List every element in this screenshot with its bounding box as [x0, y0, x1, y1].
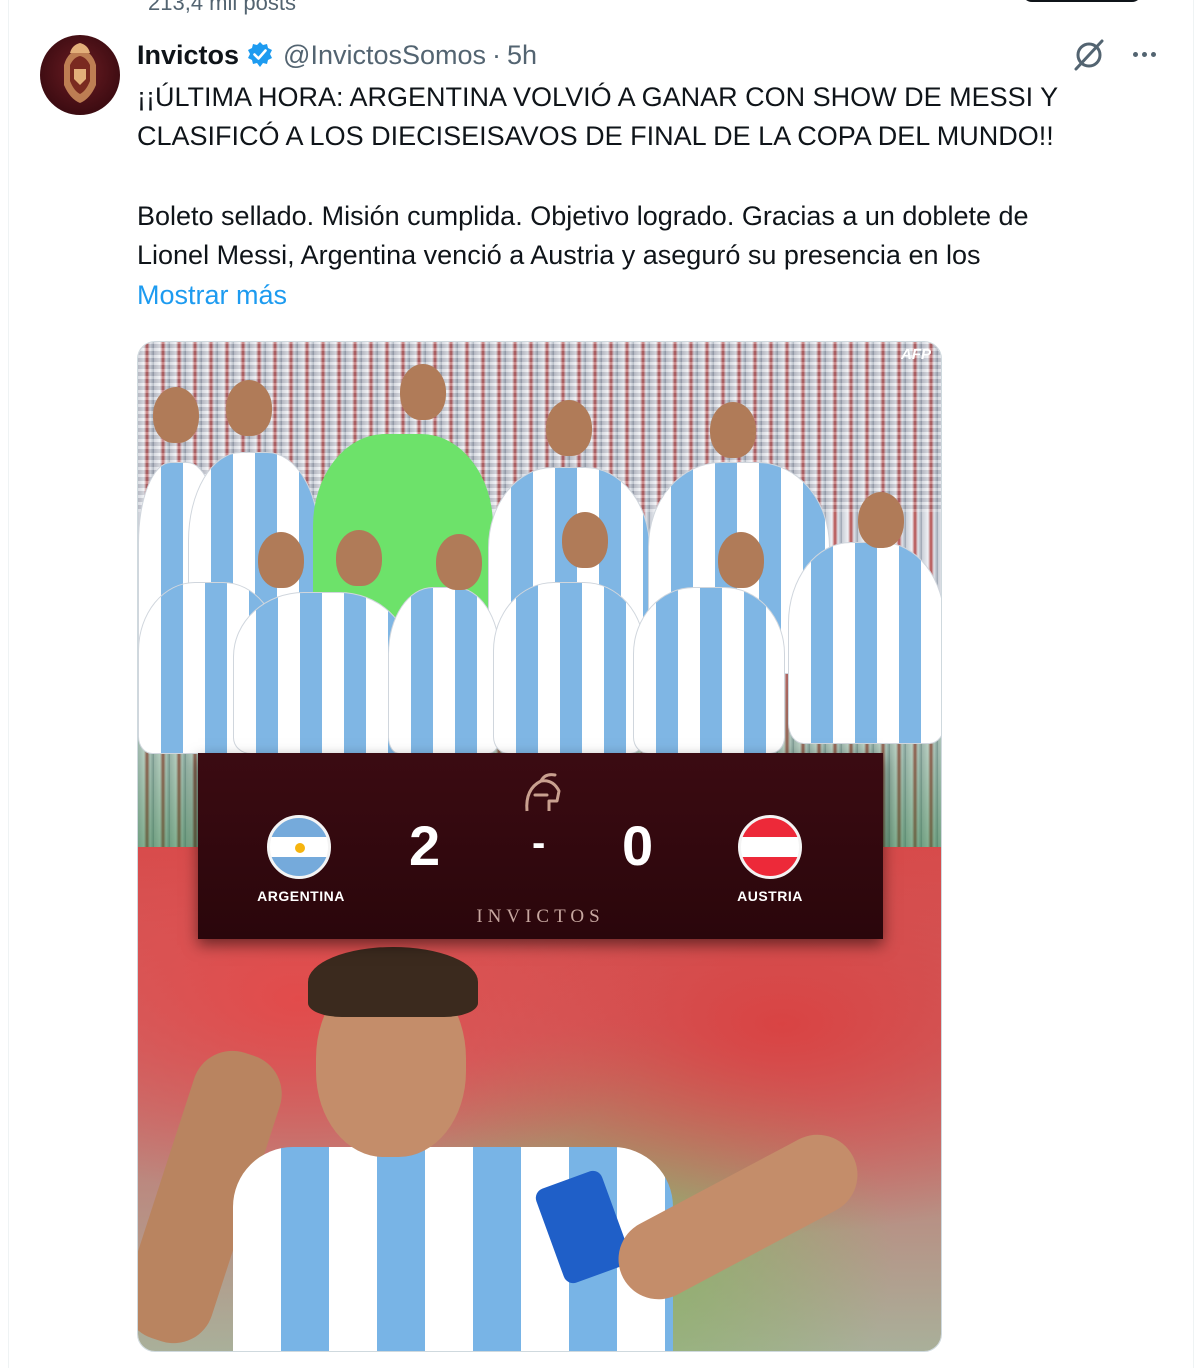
player-head	[546, 400, 592, 456]
player-head	[436, 534, 482, 590]
player	[493, 582, 645, 754]
score-dash: -	[532, 821, 546, 865]
tweet-headline-line-2: CLASIFICÓ A LOS DIECISEISAVOS DE FINAL D…	[137, 121, 1054, 151]
player-head	[858, 492, 904, 548]
player-head	[562, 512, 608, 568]
scoreboard: ARGENTINA 2 - 0 AUSTRIA INVICTOS	[198, 753, 883, 939]
away-score: 0	[622, 814, 654, 877]
player	[788, 542, 941, 744]
spartan-helmet-icon	[525, 773, 561, 812]
away-team-name: AUSTRIA	[737, 888, 803, 904]
player-head	[718, 532, 764, 588]
photo-credit: AFP	[901, 346, 931, 363]
home-score: 2	[409, 814, 441, 877]
tweet-media-image[interactable]: AFP ARGENTINA 2 - 0 AUSTRIA INVICTOS	[137, 341, 942, 1352]
scoreboard-brand: INVICTOS	[476, 906, 605, 927]
player-head	[153, 387, 199, 443]
previous-post-stat: 213,4 mil posts	[148, 0, 296, 15]
header-separator: ·	[492, 39, 502, 70]
player-head	[336, 530, 382, 586]
more-options-icon[interactable]	[1126, 36, 1162, 72]
tweet-header: Invictos @InvictosSomos · 5h	[137, 38, 537, 72]
previous-post-button[interactable]	[1022, 0, 1142, 2]
player-hair	[308, 947, 478, 1017]
austria-flag-icon	[738, 815, 802, 879]
verified-badge-icon[interactable]	[246, 41, 274, 69]
player	[233, 592, 410, 754]
tweet-body-line-1: Boleto sellado. Misión cumplida. Objetiv…	[137, 201, 1029, 231]
player-head	[258, 532, 304, 588]
invictos-logo-icon	[64, 43, 96, 103]
author-avatar[interactable]	[40, 35, 120, 115]
grok-icon[interactable]	[1070, 36, 1108, 74]
player	[633, 587, 785, 754]
player-head	[226, 380, 272, 436]
player	[388, 587, 500, 754]
timeline-border-right	[1193, 0, 1194, 1368]
tweet-headline-line-1: ¡¡ÚLTIMA HORA: ARGENTINA VOLVIÓ A GANAR …	[137, 82, 1059, 112]
post-timestamp[interactable]: 5h	[507, 40, 537, 71]
player-head	[710, 402, 756, 458]
show-more-link[interactable]: Mostrar más	[137, 276, 287, 315]
tweet-body-line-2: Lionel Messi, Argentina venció a Austria…	[137, 240, 981, 270]
author-handle[interactable]: @InvictosSomos	[283, 40, 486, 71]
player-head	[400, 364, 446, 420]
home-team-name: ARGENTINA	[257, 888, 345, 904]
timeline-border-left	[8, 0, 9, 1368]
author-name[interactable]: Invictos	[137, 40, 239, 71]
argentina-flag-icon	[267, 815, 331, 879]
